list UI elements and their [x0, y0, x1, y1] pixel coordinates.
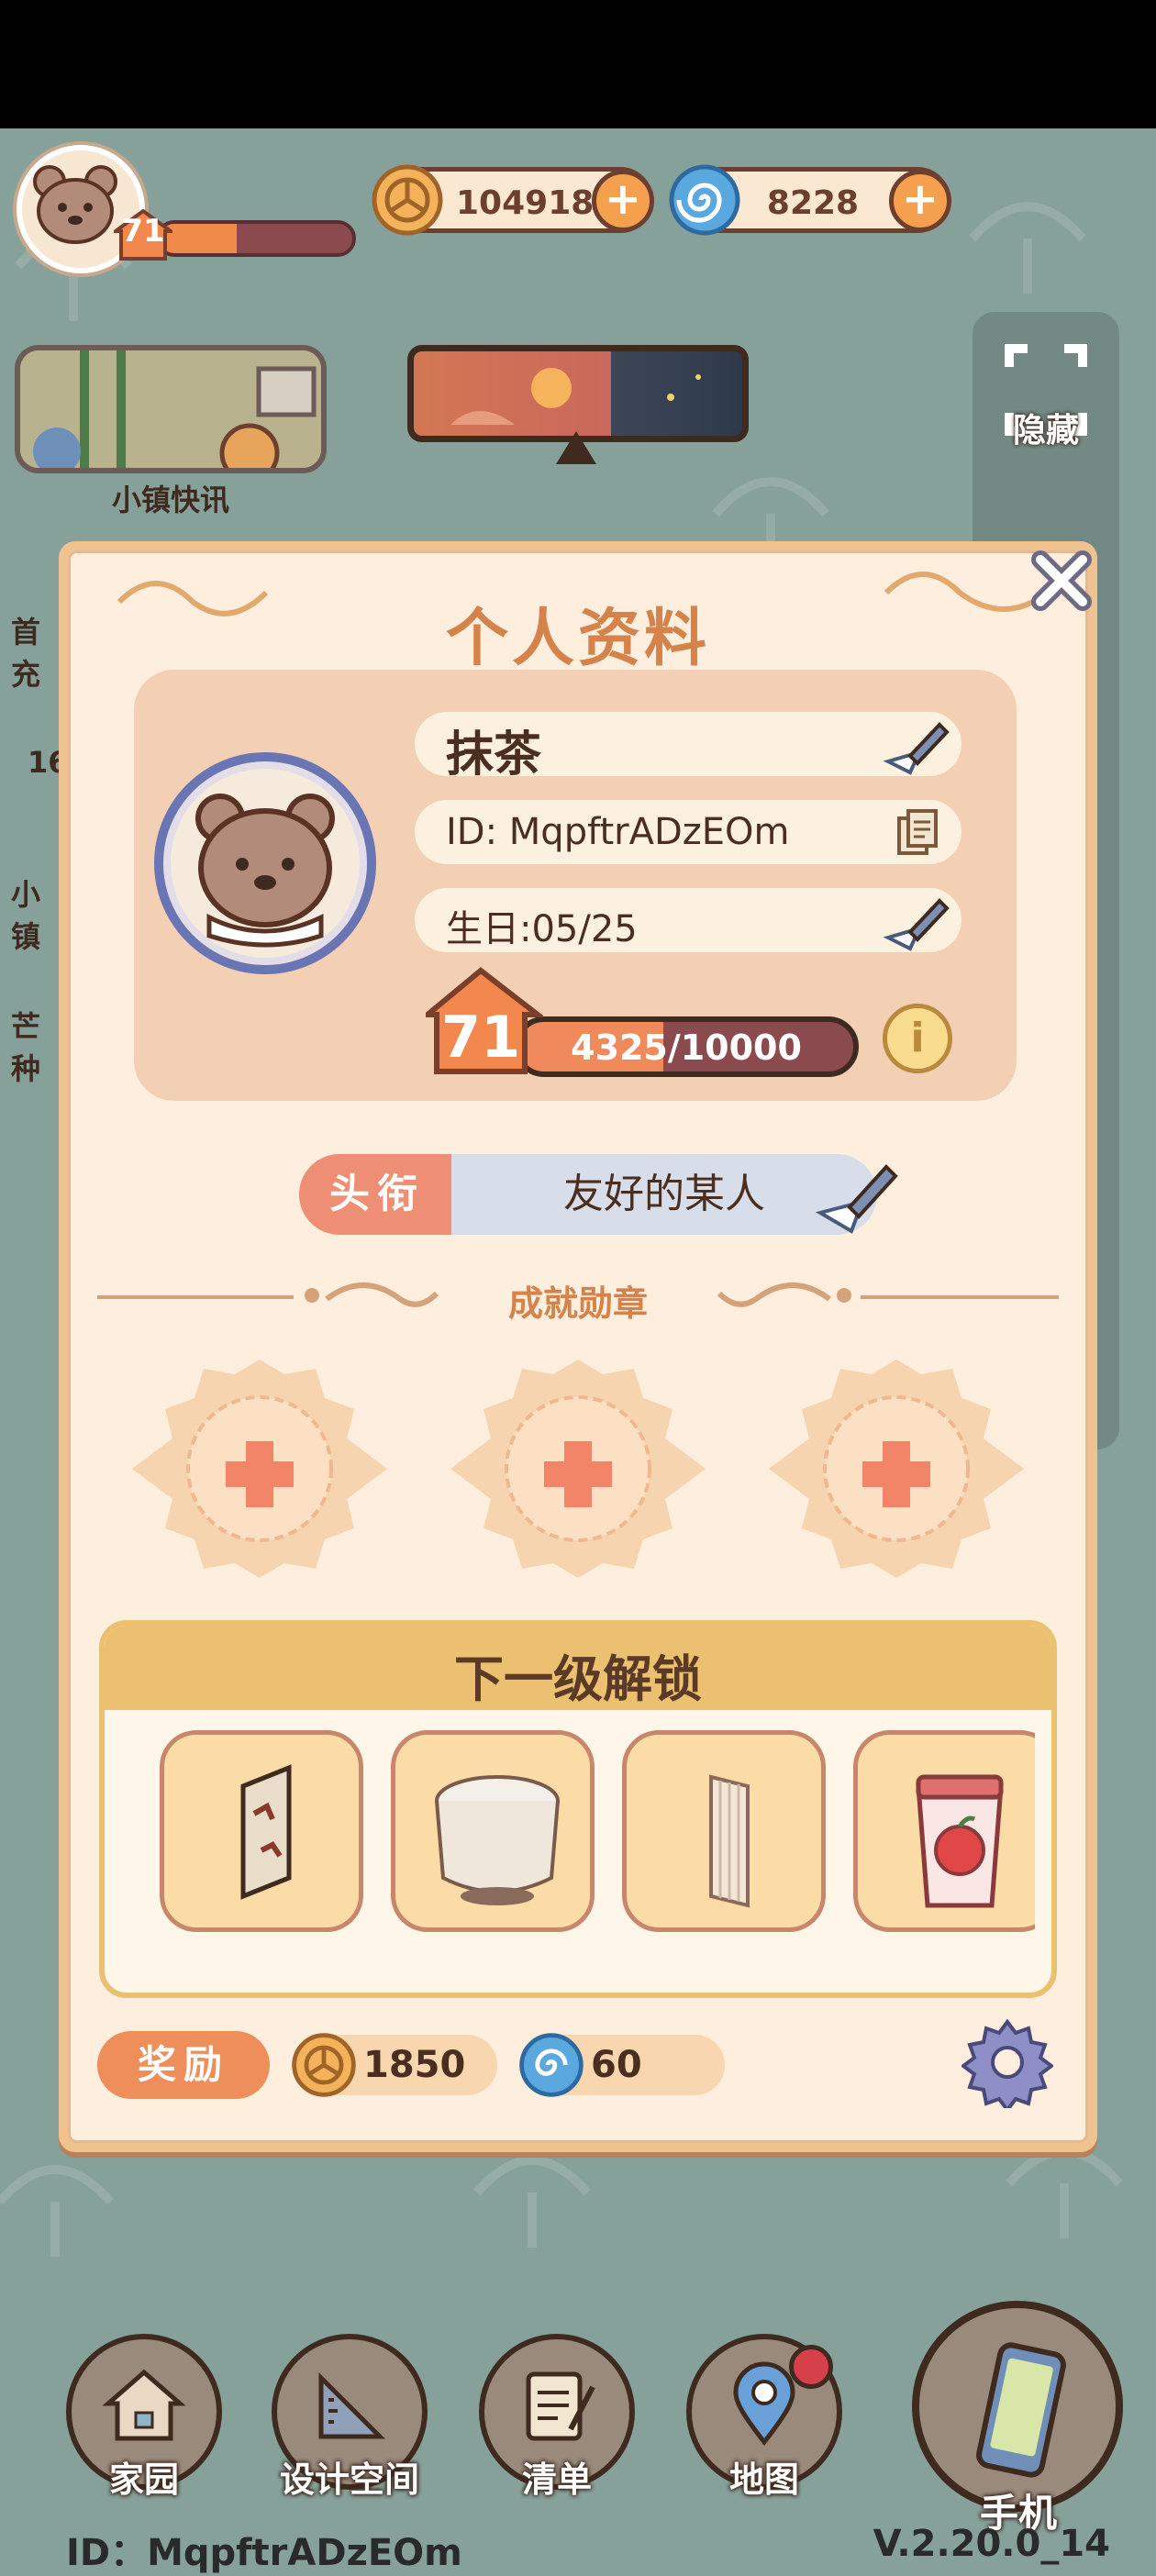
honor-title-label: 头衔 — [299, 1154, 455, 1235]
phone-button[interactable] — [912, 2301, 1123, 2512]
town-news-image — [20, 350, 321, 468]
nav-map-label: 地图 — [728, 2459, 799, 2500]
edit-birthday-icon[interactable] — [883, 892, 950, 952]
add-gems-button[interactable]: + — [889, 170, 951, 232]
copy-icon[interactable] — [895, 809, 941, 857]
house-icon — [103, 2369, 185, 2441]
player-xp-bar — [156, 220, 356, 257]
id-field: ID: MqpftrADzEOm — [415, 800, 961, 864]
reward-gems-amount: 60 — [591, 2044, 642, 2086]
player-level-text: 71 — [121, 213, 165, 250]
reward-coins-amount: 1850 — [363, 2044, 466, 2086]
unlock-item-cup[interactable] — [853, 1730, 1035, 1932]
list-icon — [526, 2371, 595, 2441]
gem-amount: 8228 — [766, 184, 860, 222]
status-bar — [0, 0, 1156, 128]
medal-slot-2[interactable] — [447, 1356, 709, 1582]
bear-face-icon — [33, 165, 117, 244]
player-birthday: 生日:05/25 — [446, 908, 638, 950]
swirl-gem-icon — [669, 164, 740, 236]
coin-icon — [372, 164, 443, 236]
phone-icon — [976, 2342, 1066, 2478]
round-table-icon — [435, 1775, 560, 1905]
reward-label: 奖励 — [97, 2031, 270, 2099]
edit-title-icon[interactable] — [815, 1154, 899, 1235]
honor-title-row: 头衔 友好的某人 — [299, 1154, 898, 1235]
profile-avatar[interactable] — [154, 752, 376, 974]
medal-slot-3[interactable] — [765, 1356, 1028, 1582]
nav-home[interactable]: 家园 — [66, 2334, 222, 2500]
medal-slot-1[interactable] — [128, 1356, 391, 1582]
town-news-banner[interactable] — [15, 345, 327, 473]
nav-list[interactable]: 清单 — [479, 2334, 635, 2500]
edit-name-icon[interactable] — [883, 716, 950, 776]
unlock-header: 下一级解锁 — [105, 1626, 1051, 1710]
solar-term-label[interactable]: 芒种 — [11, 1004, 64, 1088]
player-id: ID: MqpftrADzEOm — [446, 811, 790, 853]
unlock-item-painting[interactable] — [160, 1730, 363, 1932]
profile-level-badge: 71 — [419, 967, 546, 1077]
nav-design-space-label: 设计空间 — [279, 2459, 419, 2500]
nav-list-label: 清单 — [521, 2459, 592, 2500]
profile-xp-text: 4325/10000 — [571, 1027, 802, 1068]
reward-gems: 60 — [519, 2033, 725, 2097]
unlock-items-list[interactable] — [160, 1730, 1035, 1954]
unlock-item-table[interactable] — [391, 1730, 595, 1932]
version-label: V.2.20.0_14 — [873, 2523, 1110, 2565]
gear-icon[interactable] — [961, 2016, 1053, 2108]
add-coins-button[interactable]: + — [592, 170, 654, 232]
curtain-icon — [709, 1774, 750, 1908]
coin-amount: 104918 — [456, 184, 595, 222]
birthday-field: 生日:05/25 — [415, 888, 961, 952]
bear-avatar-icon — [195, 794, 335, 948]
gem-counter: 8228 + — [669, 164, 951, 236]
apple-cup-icon — [916, 1774, 1004, 1908]
profile-level-text: 71 — [440, 1004, 521, 1071]
footer-player-id: ID：MqpftrADzEOm — [66, 2532, 462, 2574]
honor-title-value[interactable]: 友好的某人 — [451, 1154, 877, 1235]
player-name: 抹茶 — [446, 727, 542, 783]
ruler-icon — [318, 2371, 386, 2439]
close-icon[interactable] — [1028, 547, 1095, 615]
nav-design-space[interactable]: 设计空间 — [272, 2334, 428, 2500]
level-info-button[interactable]: i — [883, 1004, 952, 1073]
player-level-badge: 71 — [109, 208, 177, 261]
time-pointer-icon — [556, 431, 596, 464]
profile-xp-bar: 4325/10000 — [514, 1016, 859, 1077]
day-night-indicator — [407, 345, 749, 442]
town-news-label: 小镇快讯 — [111, 483, 229, 517]
reward-coins: 1850 — [292, 2033, 497, 2097]
nav-home-label: 家园 — [108, 2459, 179, 2500]
swirl-gem-icon — [519, 2033, 584, 2097]
unlock-title: 下一级解锁 — [454, 1650, 702, 1708]
town-event-label[interactable]: 小镇 — [11, 872, 64, 956]
coin-counter: 104918 + — [372, 164, 654, 236]
next-level-unlock-panel: 下一级解锁 — [99, 1620, 1057, 1998]
dialog-title: 个人资料 — [445, 603, 710, 675]
achievements-label: 成就勋章 — [507, 1283, 648, 1324]
coin-icon — [292, 2033, 356, 2097]
notification-dot — [789, 2345, 833, 2389]
painting-icon — [240, 1764, 292, 1900]
unlock-item-curtain[interactable] — [622, 1730, 826, 1932]
hide-ui-label[interactable]: 隐藏 — [973, 404, 1119, 451]
name-field: 抹茶 — [415, 712, 961, 783]
